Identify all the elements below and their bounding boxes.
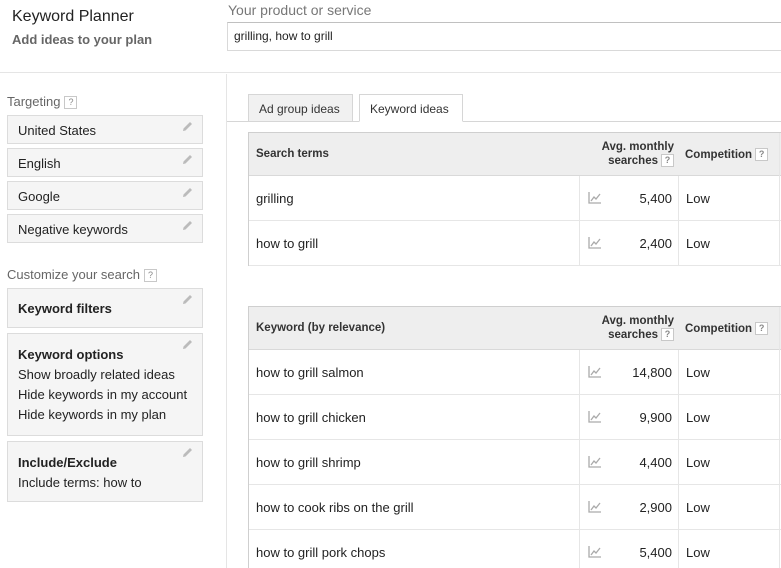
table-row[interactable]: how to grill shrimp 4,400 Low [249, 440, 781, 485]
help-icon[interactable]: ? [661, 154, 674, 167]
keyword-term: grilling [256, 191, 294, 206]
avg-searches-cell: 4,400 [579, 440, 679, 484]
tab-ad-group-ideas[interactable]: Ad group ideas [248, 94, 353, 122]
targeting-label: Targeting [7, 94, 61, 109]
product-label: Your product or service [228, 2, 372, 18]
avg-searches-cell: 2,400 [579, 221, 679, 265]
trend-chart-icon[interactable] [588, 455, 602, 468]
competition-value: Low [686, 410, 710, 425]
page-subtitle: Add ideas to your plan [12, 32, 153, 47]
keyword-option-line: Hide keywords in my plan [18, 407, 167, 422]
page-title: Keyword Planner [12, 8, 134, 25]
keyword-filters-box[interactable]: Keyword filters [7, 288, 203, 328]
pencil-icon[interactable] [181, 338, 194, 351]
competition-value: Low [686, 365, 710, 380]
keyword-option-line: Show broadly related ideas [18, 367, 175, 382]
column-header-avg-monthly[interactable]: Avg. monthly searches? [579, 314, 674, 342]
targeting-heading: Targeting? [7, 94, 78, 109]
help-icon[interactable]: ? [755, 322, 769, 335]
keyword-term: how to grill pork chops [256, 545, 386, 560]
search-terms-table: Search terms Avg. monthly searches? Comp… [248, 132, 781, 266]
column-header-search-terms[interactable]: Search terms [256, 148, 329, 160]
keyword-options-title: Keyword options [18, 347, 124, 362]
column-header-competition-label: Competition [685, 149, 753, 161]
trend-chart-icon[interactable] [588, 410, 602, 423]
table-row[interactable]: how to cook ribs on the grill 2,900 Low [249, 485, 781, 530]
avg-searches-value: 2,900 [639, 500, 672, 515]
avg-searches-value: 9,900 [639, 410, 672, 425]
help-icon[interactable]: ? [661, 328, 674, 341]
avg-searches-cell: 14,800 [579, 350, 679, 394]
keyword-term: how to cook ribs on the grill [256, 500, 414, 515]
column-header-avg-monthly[interactable]: Avg. monthly searches? [579, 140, 674, 168]
trend-chart-icon[interactable] [588, 545, 602, 558]
competition-value: Low [686, 545, 710, 560]
column-divider [779, 133, 780, 265]
column-divider [779, 307, 780, 568]
customize-heading: Customize your search? [7, 267, 157, 282]
table-header: Keyword (by relevance) Avg. monthly sear… [249, 307, 781, 350]
table-header: Search terms Avg. monthly searches? Comp… [249, 133, 781, 176]
include-exclude-line: Include terms: how to [18, 475, 142, 490]
avg-searches-cell: 5,400 [579, 176, 679, 220]
avg-searches-cell: 5,400 [579, 530, 679, 568]
help-icon[interactable]: ? [143, 269, 157, 282]
avg-searches-cell: 2,900 [579, 485, 679, 529]
avg-searches-value: 14,800 [632, 365, 672, 380]
column-header-keyword[interactable]: Keyword (by relevance) [256, 322, 385, 334]
targeting-location[interactable]: United States [7, 115, 203, 144]
keyword-term: how to grill chicken [256, 410, 366, 425]
column-header-competition[interactable]: Competition? [685, 148, 769, 161]
targeting-language[interactable]: English [7, 148, 203, 177]
table-row[interactable]: how to grill chicken 9,900 Low [249, 395, 781, 440]
keyword-option-line: Hide keywords in my account [18, 387, 188, 402]
column-header-competition[interactable]: Competition? [685, 322, 769, 335]
keyword-term: how to grill [256, 236, 319, 251]
pencil-icon[interactable] [181, 446, 194, 459]
pencil-icon[interactable] [181, 186, 194, 199]
targeting-language-label: English [18, 156, 61, 171]
competition-value: Low [686, 455, 710, 470]
trend-chart-icon[interactable] [588, 500, 602, 513]
targeting-location-label: United States [18, 123, 97, 138]
keyword-term: how to grill salmon [256, 365, 364, 380]
competition-value: Low [686, 191, 710, 206]
include-exclude-box[interactable]: Include/Exclude Include terms: how to [7, 441, 203, 502]
trend-chart-icon[interactable] [588, 191, 602, 204]
avg-searches-value: 5,400 [639, 545, 672, 560]
keyword-ideas-table: Keyword (by relevance) Avg. monthly sear… [248, 306, 781, 568]
product-input[interactable]: grilling, how to grill [227, 22, 781, 51]
avg-searches-value: 5,400 [639, 191, 672, 206]
help-icon[interactable]: ? [64, 96, 78, 109]
table-row[interactable]: how to grill salmon 14,800 Low [249, 350, 781, 395]
trend-chart-icon[interactable] [588, 236, 602, 249]
help-icon[interactable]: ? [755, 148, 769, 161]
avg-searches-value: 4,400 [639, 455, 672, 470]
include-exclude-title: Include/Exclude [18, 455, 117, 470]
competition-value: Low [686, 236, 710, 251]
pencil-icon[interactable] [181, 219, 194, 232]
tab-keyword-ideas[interactable]: Keyword ideas [359, 94, 463, 122]
targeting-negative-keywords[interactable]: Negative keywords [7, 214, 203, 243]
targeting-network[interactable]: Google [7, 181, 203, 210]
competition-value: Low [686, 500, 710, 515]
keyword-filters-title: Keyword filters [18, 301, 112, 316]
table-row[interactable]: how to grill pork chops 5,400 Low [249, 530, 781, 568]
pencil-icon[interactable] [181, 293, 194, 306]
header: Keyword Planner Add ideas to your plan Y… [0, 0, 781, 73]
avg-searches-value: 2,400 [639, 236, 672, 251]
targeting-network-label: Google [18, 189, 60, 204]
keyword-options-box[interactable]: Keyword options Show broadly related ide… [7, 333, 203, 436]
keyword-term: how to grill shrimp [256, 455, 361, 470]
customize-label: Customize your search [7, 267, 140, 282]
trend-chart-icon[interactable] [588, 365, 602, 378]
column-header-competition-label: Competition [685, 323, 753, 335]
avg-searches-cell: 9,900 [579, 395, 679, 439]
pencil-icon[interactable] [181, 153, 194, 166]
table-row[interactable]: grilling 5,400 Low [249, 176, 781, 221]
table-row[interactable]: how to grill 2,400 Low [249, 221, 781, 266]
targeting-negative-keywords-label: Negative keywords [18, 222, 128, 237]
pencil-icon[interactable] [181, 120, 194, 133]
